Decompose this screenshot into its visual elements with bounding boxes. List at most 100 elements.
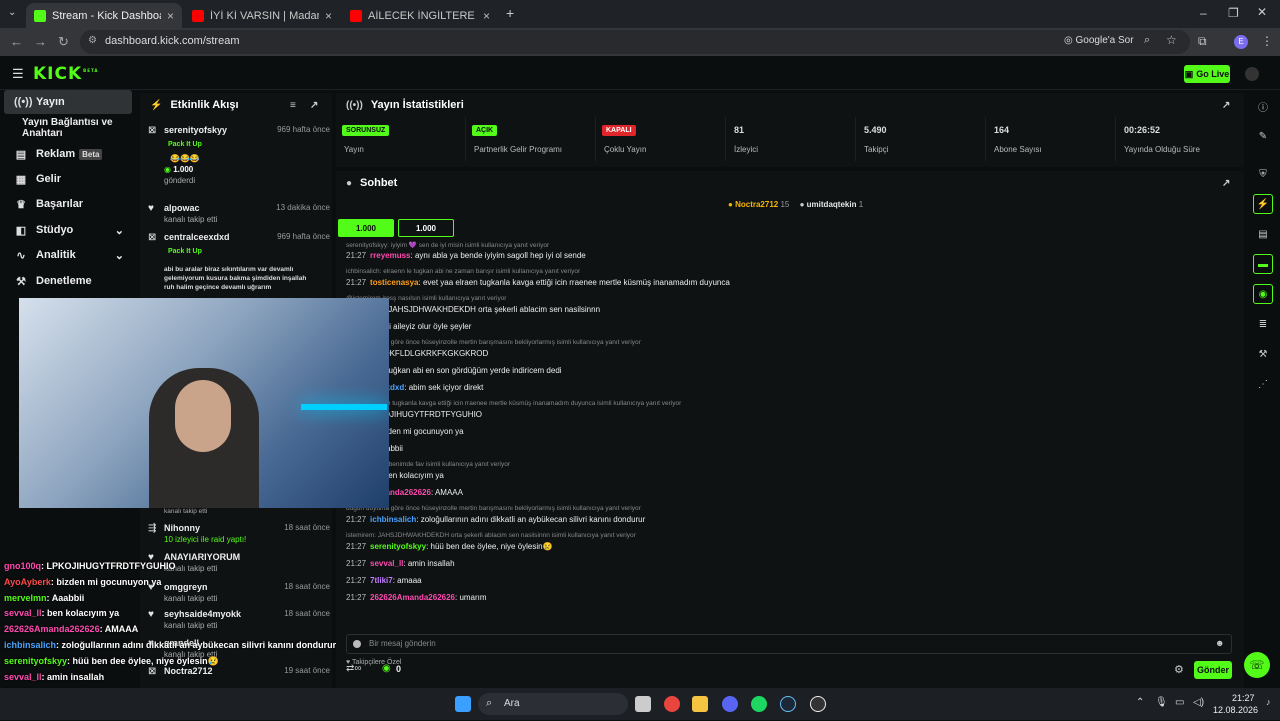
- layers-icon[interactable]: ≣: [1246, 314, 1280, 334]
- broadcast-icon[interactable]: ◉: [1253, 284, 1273, 304]
- minimize-button[interactable]: –: [1200, 6, 1207, 20]
- chat-header: ● Sohbet ↗: [346, 177, 1231, 189]
- user-avatar[interactable]: [1245, 67, 1259, 81]
- url-text: dashboard.kick.com/stream: [105, 35, 240, 47]
- close-icon[interactable]: ×: [167, 9, 174, 23]
- chat-message: 21:27 262626Amanda262626: umarım: [346, 593, 487, 602]
- bookmark-star-icon[interactable]: ☆: [1166, 33, 1177, 47]
- windows-start-icon[interactable]: [455, 696, 471, 712]
- chat-username[interactable]: sevval_ll: [370, 559, 403, 568]
- chat-username[interactable]: 7tliki7: [370, 576, 393, 585]
- sidebar-item-stream-key[interactable]: Yayın Bağlantısı ve Anahtarı: [4, 116, 132, 140]
- pinned-gift[interactable]: 1.000: [338, 219, 394, 237]
- chat-text: amaaa: [397, 576, 422, 585]
- chat-reply-context: evet yaa elraen tugkanla kavga ettiği ic…: [346, 400, 682, 407]
- chat-username[interactable]: tosticenasya: [370, 278, 418, 287]
- sidebar-item-analytics[interactable]: ∿ Analitik ⌄: [4, 243, 132, 267]
- back-icon[interactable]: ←: [10, 34, 23, 49]
- new-tab-button[interactable]: +: [506, 5, 514, 21]
- send-button[interactable]: Gönder: [1194, 661, 1232, 679]
- shield-icon[interactable]: ⛨: [1246, 164, 1280, 184]
- chat-username[interactable]: ichbinsalich: [370, 515, 416, 524]
- wrench-icon[interactable]: ⚒: [1246, 344, 1280, 364]
- edit-icon[interactable]: ✎: [1246, 126, 1280, 146]
- overlay-username: 262626Amanda262626: [4, 624, 100, 635]
- share-icon[interactable]: ⋰: [1246, 374, 1280, 394]
- overlay-username: gno100q: [4, 561, 42, 571]
- close-window-button[interactable]: ✕: [1257, 5, 1267, 19]
- sidebar-item-achievements[interactable]: ♛ Başarılar: [4, 192, 132, 216]
- popout-icon[interactable]: ↗: [310, 100, 318, 111]
- ad-icon: ▤: [15, 148, 27, 161]
- info-icon[interactable]: ⓘ: [1246, 96, 1280, 116]
- filter-icon[interactable]: ≡: [290, 100, 296, 111]
- pinned-gift[interactable]: 1.000: [398, 219, 454, 237]
- sidebar-item-revenue[interactable]: ▦ Gelir: [4, 167, 132, 191]
- address-bar[interactable]: ⚙ dashboard.kick.com/stream ◎ Google'a S…: [80, 30, 1190, 54]
- sidebar-item-studio[interactable]: ◧ Stüdyo ⌄: [4, 218, 132, 242]
- network-icon[interactable]: ▭: [1175, 697, 1184, 708]
- explorer-icon[interactable]: [692, 696, 708, 712]
- kick-dashboard: ☰ KICKBETA ▣ Go Live ((•)) Yayın Yayın Bağ…: [0, 56, 1280, 713]
- popout-icon[interactable]: ↗: [1222, 178, 1230, 189]
- lightning-icon[interactable]: ⚡: [1253, 194, 1273, 214]
- emoji-icon[interactable]: ☻: [1215, 638, 1224, 648]
- close-icon[interactable]: ×: [483, 9, 490, 23]
- steam-icon[interactable]: [780, 696, 796, 712]
- tab-kick-dashboard[interactable]: Stream - Kick Dashboard ×: [26, 3, 182, 28]
- overlay-username: mervelmn: [4, 592, 47, 603]
- microphone-icon[interactable]: 🎙: [1155, 697, 1168, 708]
- kicks-icon: ◉: [164, 165, 174, 174]
- chrome-icon[interactable]: [664, 696, 680, 712]
- sidebar-item-stream[interactable]: ((•)) Yayın: [4, 90, 132, 114]
- tab-menu-icon[interactable]: ⌄: [8, 7, 16, 18]
- chat-text: aynı abla ya bende iyiyim sagoll hep iyi…: [414, 251, 586, 260]
- tab-youtube-1[interactable]: İYİ Kİ VARSIN | Madara Olduk # ×: [184, 3, 340, 28]
- chat-reply-context: düğün duyuma göre önce hüseyinzolle mert…: [346, 339, 641, 346]
- volume-icon[interactable]: ◁): [1193, 697, 1204, 708]
- taskbar-search[interactable]: ⌕ Ara: [478, 693, 628, 715]
- chat-username[interactable]: rreyemuss: [370, 251, 410, 260]
- overlay-chat-line: mervelmn: Aaabbii: [4, 593, 84, 603]
- overlay-username: AyoAyberk: [4, 576, 51, 587]
- obs-icon[interactable]: [810, 696, 826, 712]
- chat-username[interactable]: 262626Amanda262626: [370, 593, 455, 602]
- forward-icon[interactable]: →: [34, 34, 47, 49]
- spotify-icon[interactable]: [751, 696, 767, 712]
- overlay-chat-line: gno100q: LPKOJIHUGYTFRDTFYGUHIO: [4, 561, 176, 571]
- tray-chevron-icon[interactable]: ⌃: [1136, 697, 1144, 708]
- chat-input[interactable]: Bir mesaj gönderin ☻: [346, 634, 1232, 654]
- chat-username[interactable]: serenityofskyy: [370, 542, 426, 551]
- overlay-chat-line: serenityofskyy: hüü ben dee öylee, niye …: [4, 656, 219, 667]
- go-live-button[interactable]: ▣ Go Live: [1184, 65, 1230, 83]
- kick-logo[interactable]: KICKBETA: [33, 64, 98, 84]
- google-lens-button[interactable]: ◎ Google'a Sor: [1064, 35, 1134, 46]
- extensions-icon[interactable]: ⧉: [1198, 34, 1207, 49]
- sidebar-item-ads[interactable]: ▤ Reklam Beta: [4, 142, 132, 166]
- gear-icon[interactable]: ⚙: [1174, 663, 1184, 676]
- popout-icon[interactable]: ↗: [1222, 100, 1230, 111]
- browser-menu-icon[interactable]: ⋮: [1261, 34, 1273, 48]
- task-view-icon[interactable]: [635, 696, 651, 712]
- chat-icon[interactable]: ▬: [1253, 254, 1273, 274]
- support-chat-button[interactable]: ☏: [1244, 652, 1270, 678]
- overlay-text: : AMAAA: [99, 624, 139, 635]
- zoom-icon[interactable]: ⌕: [1144, 34, 1150, 47]
- chat-reply-context: istemirem: JAHSJDHWAKHDEKDH orta şekerli…: [346, 532, 636, 539]
- sidebar-item-moderation[interactable]: ⚒ Denetleme: [4, 269, 132, 293]
- copy-icon[interactable]: ▤: [1246, 224, 1280, 244]
- chat-message: 21:27 tosticenasya: evet yaa elraen tugka…: [346, 278, 730, 287]
- notification-bell-icon[interactable]: ♪: [1266, 697, 1271, 707]
- reload-icon[interactable]: ↻: [58, 34, 69, 50]
- tab-youtube-2[interactable]: AİLECEK İNGİLTERE GEZİSİ VLO ×: [342, 3, 498, 28]
- profile-avatar[interactable]: E: [1234, 35, 1248, 49]
- site-info-icon[interactable]: ⚙: [88, 35, 97, 46]
- stat-subscribers: 164 Abone Sayısı: [986, 117, 1116, 161]
- chat-settings-icon[interactable]: ⇄∞: [346, 663, 362, 674]
- discord-icon[interactable]: [722, 696, 738, 712]
- maximize-button[interactable]: ❐: [1228, 6, 1239, 20]
- heart-icon: ♥: [148, 203, 154, 214]
- overlay-chat-line: 262626Amanda262626: AMAAA: [4, 624, 138, 634]
- close-icon[interactable]: ×: [325, 9, 332, 23]
- hamburger-menu-icon[interactable]: ☰: [12, 66, 24, 82]
